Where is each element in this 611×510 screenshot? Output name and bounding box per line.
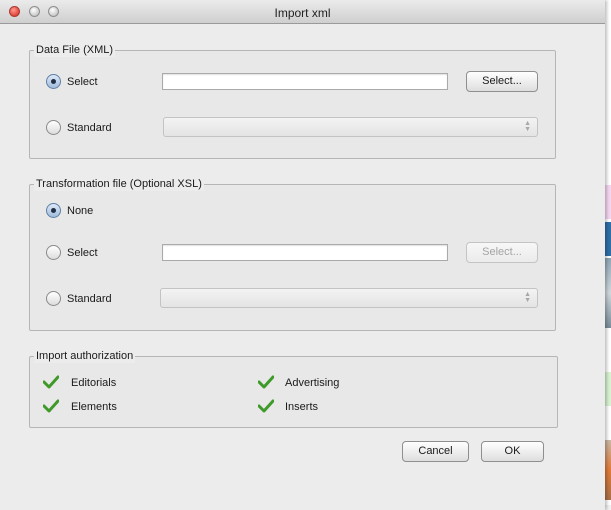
background-strip-green-1	[605, 372, 611, 406]
transformation-standard-label: Standard	[67, 293, 112, 305]
data-file-path-input[interactable]	[162, 73, 448, 90]
data-file-standard-radio[interactable]	[46, 120, 61, 135]
transformation-none-label: None	[67, 205, 94, 217]
data-file-browse-button[interactable]: Select...	[466, 71, 538, 92]
up-down-arrows-icon: ▲ ▼	[524, 120, 531, 133]
data-file-group: Data File (XML)	[29, 43, 556, 159]
title-bar[interactable]: Import xml	[0, 0, 605, 24]
auth-advertising-label: Advertising	[285, 377, 340, 389]
transformation-standard-radio[interactable]	[46, 291, 61, 306]
checkmark-icon	[258, 375, 274, 389]
import-authorization-legend: Import authorization	[34, 349, 136, 363]
checkmark-icon	[43, 375, 59, 389]
transformation-standard-select: ▲ ▼	[160, 288, 538, 308]
background-strip-photo-1	[605, 258, 611, 328]
auth-editorials-label: Editorials	[71, 377, 117, 389]
transformation-select-radio[interactable]	[46, 245, 61, 260]
import-xml-dialog: Import xml Data File (XML) Select Select…	[0, 0, 605, 510]
transformation-none-radio[interactable]	[46, 203, 61, 218]
ok-button[interactable]: OK	[481, 441, 544, 462]
checkmark-icon	[43, 399, 59, 413]
auth-inserts-label: Inserts	[285, 401, 319, 413]
background-strip-pink-1	[605, 185, 611, 219]
transformation-path-input[interactable]	[162, 244, 448, 261]
background-strip-blue-1	[605, 222, 611, 256]
import-authorization-group: Import authorization	[29, 349, 558, 428]
data-file-legend: Data File (XML)	[34, 43, 116, 57]
cancel-button[interactable]: Cancel	[402, 441, 469, 462]
data-file-standard-label: Standard	[67, 122, 112, 134]
data-file-standard-select: ▲ ▼	[163, 117, 538, 137]
data-file-select-label: Select	[67, 76, 98, 88]
data-file-select-radio[interactable]	[46, 74, 61, 89]
window-title: Import xml	[274, 6, 331, 20]
transformation-legend: Transformation file (Optional XSL)	[34, 177, 204, 191]
transformation-select-label: Select	[67, 247, 98, 259]
auth-elements-label: Elements	[71, 401, 117, 413]
checkmark-icon	[258, 399, 274, 413]
background-strip-photo-2	[605, 440, 611, 500]
transformation-browse-button: Select...	[466, 242, 538, 263]
up-down-arrows-icon: ▲ ▼	[524, 291, 531, 304]
